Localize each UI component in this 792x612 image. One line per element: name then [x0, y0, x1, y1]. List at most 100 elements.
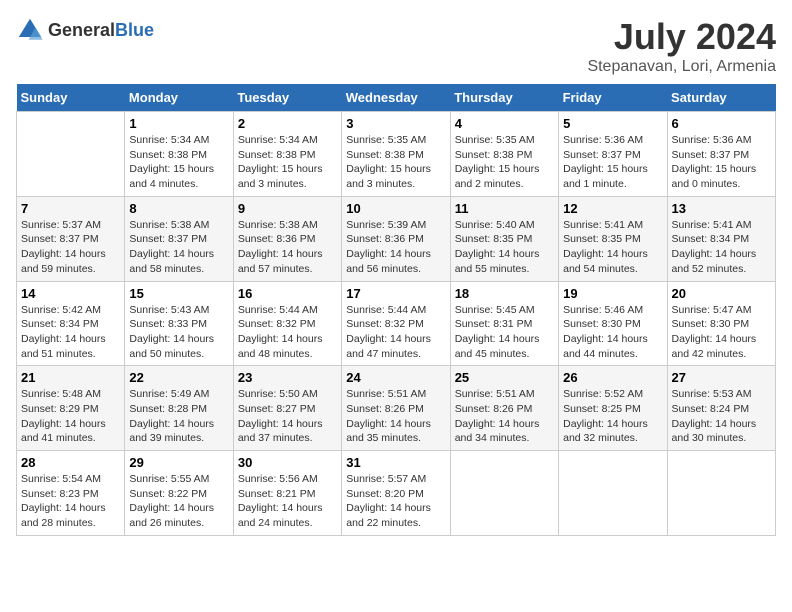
- weekday-header-tuesday: Tuesday: [233, 84, 341, 112]
- day-number: 15: [129, 286, 228, 301]
- calendar-cell: 12 Sunrise: 5:41 AMSunset: 8:35 PMDayligh…: [559, 196, 667, 281]
- calendar-cell: 9 Sunrise: 5:38 AMSunset: 8:36 PMDaylight…: [233, 196, 341, 281]
- day-info: Sunrise: 5:38 AMSunset: 8:37 PMDaylight:…: [129, 218, 228, 277]
- calendar-cell: [17, 112, 125, 197]
- weekday-header-saturday: Saturday: [667, 84, 775, 112]
- calendar-week-row: 21Sunrise: 5:48 AMSunset: 8:29 PMDayligh…: [17, 366, 776, 451]
- day-number: 6: [672, 116, 771, 131]
- day-number: 14: [21, 286, 120, 301]
- day-info: Sunrise: 5:51 AMSunset: 8:26 PMDaylight:…: [455, 387, 554, 446]
- calendar-cell: 23Sunrise: 5:50 AMSunset: 8:27 PMDayligh…: [233, 366, 341, 451]
- day-number: 27: [672, 370, 771, 385]
- weekday-header-friday: Friday: [559, 84, 667, 112]
- day-number: 8: [129, 201, 228, 216]
- calendar-cell: 24Sunrise: 5:51 AMSunset: 8:26 PMDayligh…: [342, 366, 450, 451]
- calendar-cell: 26 Sunrise: 5:52 AMSunset: 8:25 PMDayligh…: [559, 366, 667, 451]
- day-number: 30: [238, 455, 337, 470]
- calendar-cell: 21Sunrise: 5:48 AMSunset: 8:29 PMDayligh…: [17, 366, 125, 451]
- day-info: Sunrise: 5:41 AMSunset: 8:34 PMDaylight:…: [672, 218, 771, 277]
- day-info: Sunrise: 5:47 AMSunset: 8:30 PMDaylight:…: [672, 303, 771, 362]
- calendar-cell: 29 Sunrise: 5:55 AMSunset: 8:22 PMDayligh…: [125, 451, 233, 536]
- logo-text: GeneralBlue: [48, 20, 154, 41]
- day-number: 28: [21, 455, 120, 470]
- day-info: Sunrise: 5:44 AMSunset: 8:32 PMDaylight:…: [238, 303, 337, 362]
- month-title: July 2024: [587, 16, 776, 58]
- day-number: 13: [672, 201, 771, 216]
- calendar-cell: 8 Sunrise: 5:38 AMSunset: 8:37 PMDaylight…: [125, 196, 233, 281]
- calendar-cell: 18 Sunrise: 5:45 AMSunset: 8:31 PMDayligh…: [450, 281, 558, 366]
- calendar-cell: 15 Sunrise: 5:43 AMSunset: 8:33 PMDayligh…: [125, 281, 233, 366]
- calendar-cell: 11 Sunrise: 5:40 AMSunset: 8:35 PMDayligh…: [450, 196, 558, 281]
- day-info: Sunrise: 5:36 AMSunset: 8:37 PMDaylight:…: [563, 133, 662, 192]
- day-info: Sunrise: 5:52 AMSunset: 8:25 PMDaylight:…: [563, 387, 662, 446]
- calendar-cell: 25 Sunrise: 5:51 AMSunset: 8:26 PMDayligh…: [450, 366, 558, 451]
- day-info: Sunrise: 5:36 AMSunset: 8:37 PMDaylight:…: [672, 133, 771, 192]
- day-number: 26: [563, 370, 662, 385]
- day-number: 21: [21, 370, 120, 385]
- day-number: 3: [346, 116, 445, 131]
- calendar-week-row: 28 Sunrise: 5:54 AMSunset: 8:23 PMDayligh…: [17, 451, 776, 536]
- logo-icon: [16, 16, 44, 44]
- title-area: July 2024 Stepanavan, Lori, Armenia: [587, 16, 776, 76]
- weekday-header-row: SundayMondayTuesdayWednesdayThursdayFrid…: [17, 84, 776, 112]
- logo: GeneralBlue: [16, 16, 154, 44]
- day-number: 25: [455, 370, 554, 385]
- day-info: Sunrise: 5:51 AMSunset: 8:26 PMDaylight:…: [346, 387, 445, 446]
- calendar-cell: [450, 451, 558, 536]
- calendar-cell: 3 Sunrise: 5:35 AMSunset: 8:38 PMDaylight…: [342, 112, 450, 197]
- day-info: Sunrise: 5:37 AMSunset: 8:37 PMDaylight:…: [21, 218, 120, 277]
- day-info: Sunrise: 5:34 AMSunset: 8:38 PMDaylight:…: [129, 133, 228, 192]
- day-info: Sunrise: 5:53 AMSunset: 8:24 PMDaylight:…: [672, 387, 771, 446]
- day-number: 2: [238, 116, 337, 131]
- calendar-week-row: 1Sunrise: 5:34 AMSunset: 8:38 PMDaylight…: [17, 112, 776, 197]
- day-number: 12: [563, 201, 662, 216]
- day-info: Sunrise: 5:41 AMSunset: 8:35 PMDaylight:…: [563, 218, 662, 277]
- calendar-cell: 10 Sunrise: 5:39 AMSunset: 8:36 PMDayligh…: [342, 196, 450, 281]
- day-info: Sunrise: 5:55 AMSunset: 8:22 PMDaylight:…: [129, 472, 228, 531]
- calendar-cell: 5Sunrise: 5:36 AMSunset: 8:37 PMDaylight…: [559, 112, 667, 197]
- day-number: 7: [21, 201, 120, 216]
- calendar-cell: 20 Sunrise: 5:47 AMSunset: 8:30 PMDayligh…: [667, 281, 775, 366]
- day-info: Sunrise: 5:57 AMSunset: 8:20 PMDaylight:…: [346, 472, 445, 531]
- weekday-header-thursday: Thursday: [450, 84, 558, 112]
- day-number: 18: [455, 286, 554, 301]
- calendar-week-row: 7 Sunrise: 5:37 AMSunset: 8:37 PMDaylight…: [17, 196, 776, 281]
- day-number: 9: [238, 201, 337, 216]
- day-info: Sunrise: 5:42 AMSunset: 8:34 PMDaylight:…: [21, 303, 120, 362]
- day-number: 10: [346, 201, 445, 216]
- day-info: Sunrise: 5:39 AMSunset: 8:36 PMDaylight:…: [346, 218, 445, 277]
- calendar-cell: 1Sunrise: 5:34 AMSunset: 8:38 PMDaylight…: [125, 112, 233, 197]
- day-number: 20: [672, 286, 771, 301]
- calendar-table: SundayMondayTuesdayWednesdayThursdayFrid…: [16, 84, 776, 536]
- calendar-cell: 16Sunrise: 5:44 AMSunset: 8:32 PMDayligh…: [233, 281, 341, 366]
- weekday-header-monday: Monday: [125, 84, 233, 112]
- day-info: Sunrise: 5:43 AMSunset: 8:33 PMDaylight:…: [129, 303, 228, 362]
- day-info: Sunrise: 5:44 AMSunset: 8:32 PMDaylight:…: [346, 303, 445, 362]
- calendar-cell: 13 Sunrise: 5:41 AMSunset: 8:34 PMDayligh…: [667, 196, 775, 281]
- calendar-cell: 6 Sunrise: 5:36 AMSunset: 8:37 PMDaylight…: [667, 112, 775, 197]
- day-info: Sunrise: 5:40 AMSunset: 8:35 PMDaylight:…: [455, 218, 554, 277]
- day-info: Sunrise: 5:50 AMSunset: 8:27 PMDaylight:…: [238, 387, 337, 446]
- calendar-cell: [559, 451, 667, 536]
- day-info: Sunrise: 5:34 AMSunset: 8:38 PMDaylight:…: [238, 133, 337, 192]
- calendar-week-row: 14 Sunrise: 5:42 AMSunset: 8:34 PMDayligh…: [17, 281, 776, 366]
- day-number: 4: [455, 116, 554, 131]
- calendar-cell: 14 Sunrise: 5:42 AMSunset: 8:34 PMDayligh…: [17, 281, 125, 366]
- calendar-cell: 22Sunrise: 5:49 AMSunset: 8:28 PMDayligh…: [125, 366, 233, 451]
- calendar-cell: 27 Sunrise: 5:53 AMSunset: 8:24 PMDayligh…: [667, 366, 775, 451]
- day-number: 11: [455, 201, 554, 216]
- day-info: Sunrise: 5:54 AMSunset: 8:23 PMDaylight:…: [21, 472, 120, 531]
- day-info: Sunrise: 5:38 AMSunset: 8:36 PMDaylight:…: [238, 218, 337, 277]
- day-number: 19: [563, 286, 662, 301]
- calendar-cell: 2 Sunrise: 5:34 AMSunset: 8:38 PMDaylight…: [233, 112, 341, 197]
- day-info: Sunrise: 5:35 AMSunset: 8:38 PMDaylight:…: [346, 133, 445, 192]
- calendar-cell: 19Sunrise: 5:46 AMSunset: 8:30 PMDayligh…: [559, 281, 667, 366]
- calendar-cell: [667, 451, 775, 536]
- calendar-cell: 17Sunrise: 5:44 AMSunset: 8:32 PMDayligh…: [342, 281, 450, 366]
- calendar-cell: 28 Sunrise: 5:54 AMSunset: 8:23 PMDayligh…: [17, 451, 125, 536]
- day-number: 29: [129, 455, 228, 470]
- calendar-cell: 4Sunrise: 5:35 AMSunset: 8:38 PMDaylight…: [450, 112, 558, 197]
- page-header: GeneralBlue July 2024 Stepanavan, Lori, …: [16, 16, 776, 76]
- day-info: Sunrise: 5:45 AMSunset: 8:31 PMDaylight:…: [455, 303, 554, 362]
- location-title: Stepanavan, Lori, Armenia: [587, 58, 776, 76]
